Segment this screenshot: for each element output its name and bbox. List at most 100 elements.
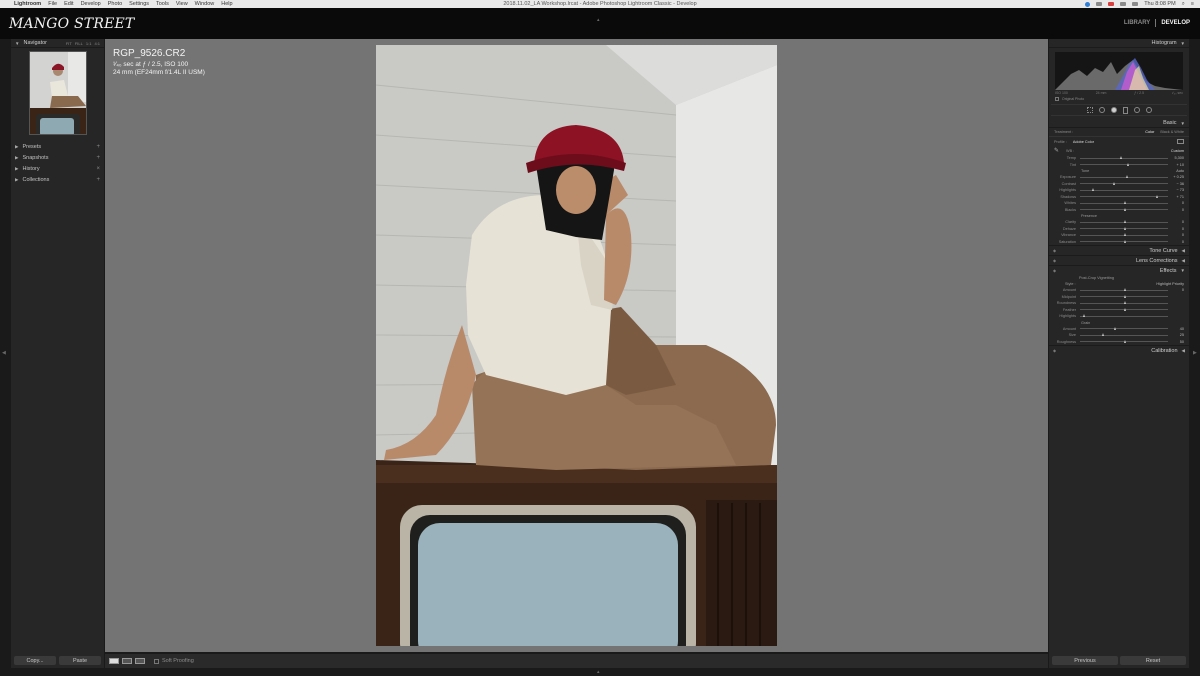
top-panel-toggle-icon[interactable]: ▴ bbox=[597, 17, 600, 23]
slider-value[interactable]: 40 bbox=[1168, 327, 1184, 331]
red-eye-icon[interactable] bbox=[1110, 107, 1117, 113]
slider-thumb[interactable] bbox=[1124, 226, 1126, 230]
slider-thumb[interactable] bbox=[1124, 307, 1126, 311]
before-after-split-icon[interactable] bbox=[135, 658, 145, 664]
zoom-4-1[interactable]: 4:1 bbox=[94, 41, 100, 46]
crop-tool-icon[interactable] bbox=[1086, 107, 1093, 113]
treatment-bw[interactable]: Black & White bbox=[1160, 130, 1184, 134]
slider-value[interactable]: 0 bbox=[1168, 220, 1184, 224]
soft-proofing-toggle[interactable]: Soft Proofing bbox=[154, 658, 194, 664]
menu-develop[interactable]: Develop bbox=[81, 1, 101, 7]
slider-value[interactable]: − 36 bbox=[1168, 182, 1185, 186]
profile-browser-icon[interactable] bbox=[1177, 139, 1184, 144]
panel-snapshots[interactable]: ▶ Snapshots + bbox=[11, 152, 104, 163]
slider-track[interactable] bbox=[1080, 175, 1168, 179]
menu-window[interactable]: Window bbox=[195, 1, 215, 7]
module-develop[interactable]: DEVELOP bbox=[1161, 20, 1190, 26]
slider-track[interactable] bbox=[1080, 162, 1168, 166]
slider-thumb[interactable] bbox=[1124, 233, 1126, 237]
eyedropper-icon[interactable]: ✎ bbox=[1054, 147, 1062, 155]
panel-switch-icon[interactable]: ◆ bbox=[1053, 268, 1056, 273]
copy-button[interactable]: Copy... bbox=[14, 656, 56, 665]
slider-value[interactable]: 0 bbox=[1168, 208, 1184, 212]
slider-thumb[interactable] bbox=[1155, 194, 1158, 198]
tone-auto-button[interactable]: Auto bbox=[1176, 169, 1189, 173]
slider-track[interactable] bbox=[1080, 194, 1168, 198]
slider-track[interactable] bbox=[1080, 294, 1168, 298]
previous-button[interactable]: Previous bbox=[1052, 656, 1118, 665]
paste-button[interactable]: Paste bbox=[59, 656, 101, 665]
slider-track[interactable] bbox=[1080, 326, 1168, 330]
dropbox-icon[interactable] bbox=[1096, 2, 1103, 6]
original-photo-toggle[interactable]: Original Photo bbox=[1049, 96, 1189, 102]
menu-tools[interactable]: Tools bbox=[156, 1, 169, 7]
slider-thumb[interactable] bbox=[1124, 220, 1126, 224]
slider-track[interactable] bbox=[1080, 201, 1168, 205]
slider-value[interactable]: 0 bbox=[1168, 233, 1184, 237]
notification-center-icon[interactable]: ≡ bbox=[1191, 1, 1194, 7]
checkbox[interactable] bbox=[1055, 97, 1059, 101]
wifi-icon[interactable] bbox=[1120, 2, 1127, 6]
main-image-view[interactable]: RGP_9526.CR2 ¹⁄₄₀ sec at ƒ / 2.5, ISO 10… bbox=[105, 39, 1048, 652]
navigator-header[interactable]: ▼ Navigator FIT FILL 1:1 4:1 bbox=[11, 39, 104, 48]
slider-value[interactable]: 25 bbox=[1168, 333, 1184, 337]
slider-thumb[interactable] bbox=[1102, 333, 1104, 337]
slider-thumb[interactable] bbox=[1092, 188, 1095, 192]
clock[interactable]: Thu 8:08 PM bbox=[1144, 1, 1176, 7]
app-status-icon[interactable] bbox=[1085, 1, 1091, 7]
zoom-fit[interactable]: FIT bbox=[66, 41, 72, 46]
slider-track[interactable] bbox=[1080, 307, 1168, 311]
photo[interactable] bbox=[376, 45, 777, 646]
panel-tone-curve[interactable]: ◆ Tone Curve ◀ bbox=[1049, 245, 1189, 255]
spotlight-icon[interactable]: ⌕ bbox=[1182, 1, 1185, 8]
slider-value[interactable]: 0 bbox=[1168, 240, 1184, 244]
slider-thumb[interactable] bbox=[1124, 339, 1126, 343]
slider-track[interactable] bbox=[1080, 156, 1168, 160]
slider-track[interactable] bbox=[1080, 188, 1168, 192]
panel-presets[interactable]: ▶ Presets + bbox=[11, 141, 104, 152]
panel-switch-icon[interactable]: ◆ bbox=[1053, 348, 1056, 353]
add-preset-icon[interactable]: + bbox=[96, 144, 100, 150]
reset-button[interactable]: Reset bbox=[1120, 656, 1186, 665]
slider-track[interactable] bbox=[1080, 301, 1168, 305]
menu-view[interactable]: View bbox=[176, 1, 188, 7]
slider-track[interactable] bbox=[1080, 226, 1168, 230]
slider-thumb[interactable] bbox=[1124, 201, 1126, 205]
panel-calibration[interactable]: ◆ Calibration ◀ bbox=[1049, 345, 1189, 355]
slider-value[interactable]: + 0.25 bbox=[1168, 175, 1184, 179]
slider-track[interactable] bbox=[1080, 333, 1168, 337]
slider-track[interactable] bbox=[1080, 220, 1168, 224]
panel-effects-header[interactable]: ◆ Effects ▼ bbox=[1049, 265, 1189, 275]
menu-file[interactable]: File bbox=[48, 1, 57, 7]
slider-value[interactable]: 0 bbox=[1168, 227, 1184, 231]
slider-thumb[interactable] bbox=[1113, 181, 1116, 185]
slider-thumb[interactable] bbox=[1124, 288, 1126, 292]
slider-thumb[interactable] bbox=[1126, 162, 1129, 166]
slider-value[interactable]: + 71 bbox=[1168, 195, 1185, 199]
loupe-view-icon[interactable] bbox=[109, 658, 119, 664]
panel-lens-corrections[interactable]: ◆ Lens Corrections ◀ bbox=[1049, 255, 1189, 265]
panel-switch-icon[interactable]: ◆ bbox=[1053, 258, 1056, 263]
slider-thumb[interactable] bbox=[1114, 326, 1117, 330]
navigator-preview[interactable] bbox=[28, 51, 87, 135]
battery-icon[interactable] bbox=[1132, 2, 1139, 6]
right-panel-toggle-icon[interactable]: ▶ bbox=[1193, 350, 1197, 356]
panel-switch-icon[interactable]: ◆ bbox=[1053, 248, 1056, 253]
menu-lightroom[interactable]: Lightroom bbox=[14, 1, 41, 7]
before-after-icon[interactable] bbox=[122, 658, 132, 664]
left-panel-toggle-icon[interactable]: ◀ bbox=[2, 350, 6, 356]
slider-value[interactable]: 0 bbox=[1168, 288, 1184, 292]
slider-thumb[interactable] bbox=[1124, 207, 1126, 211]
slider-track[interactable] bbox=[1080, 181, 1168, 185]
style-select[interactable]: Highlight Priority bbox=[1156, 282, 1189, 286]
panel-collections[interactable]: ▶ Collections + bbox=[11, 174, 104, 185]
slider-value[interactable]: 5,300 bbox=[1168, 156, 1184, 160]
add-collection-icon[interactable]: + bbox=[96, 177, 100, 183]
menu-help[interactable]: Help bbox=[221, 1, 232, 7]
slider-track[interactable] bbox=[1080, 207, 1168, 211]
zoom-fill[interactable]: FILL bbox=[75, 41, 83, 46]
profile-select[interactable]: Adobe Color bbox=[1073, 140, 1094, 144]
menu-photo[interactable]: Photo bbox=[108, 1, 122, 7]
slider-thumb[interactable] bbox=[1124, 294, 1126, 298]
slider-thumb[interactable] bbox=[1082, 314, 1085, 318]
